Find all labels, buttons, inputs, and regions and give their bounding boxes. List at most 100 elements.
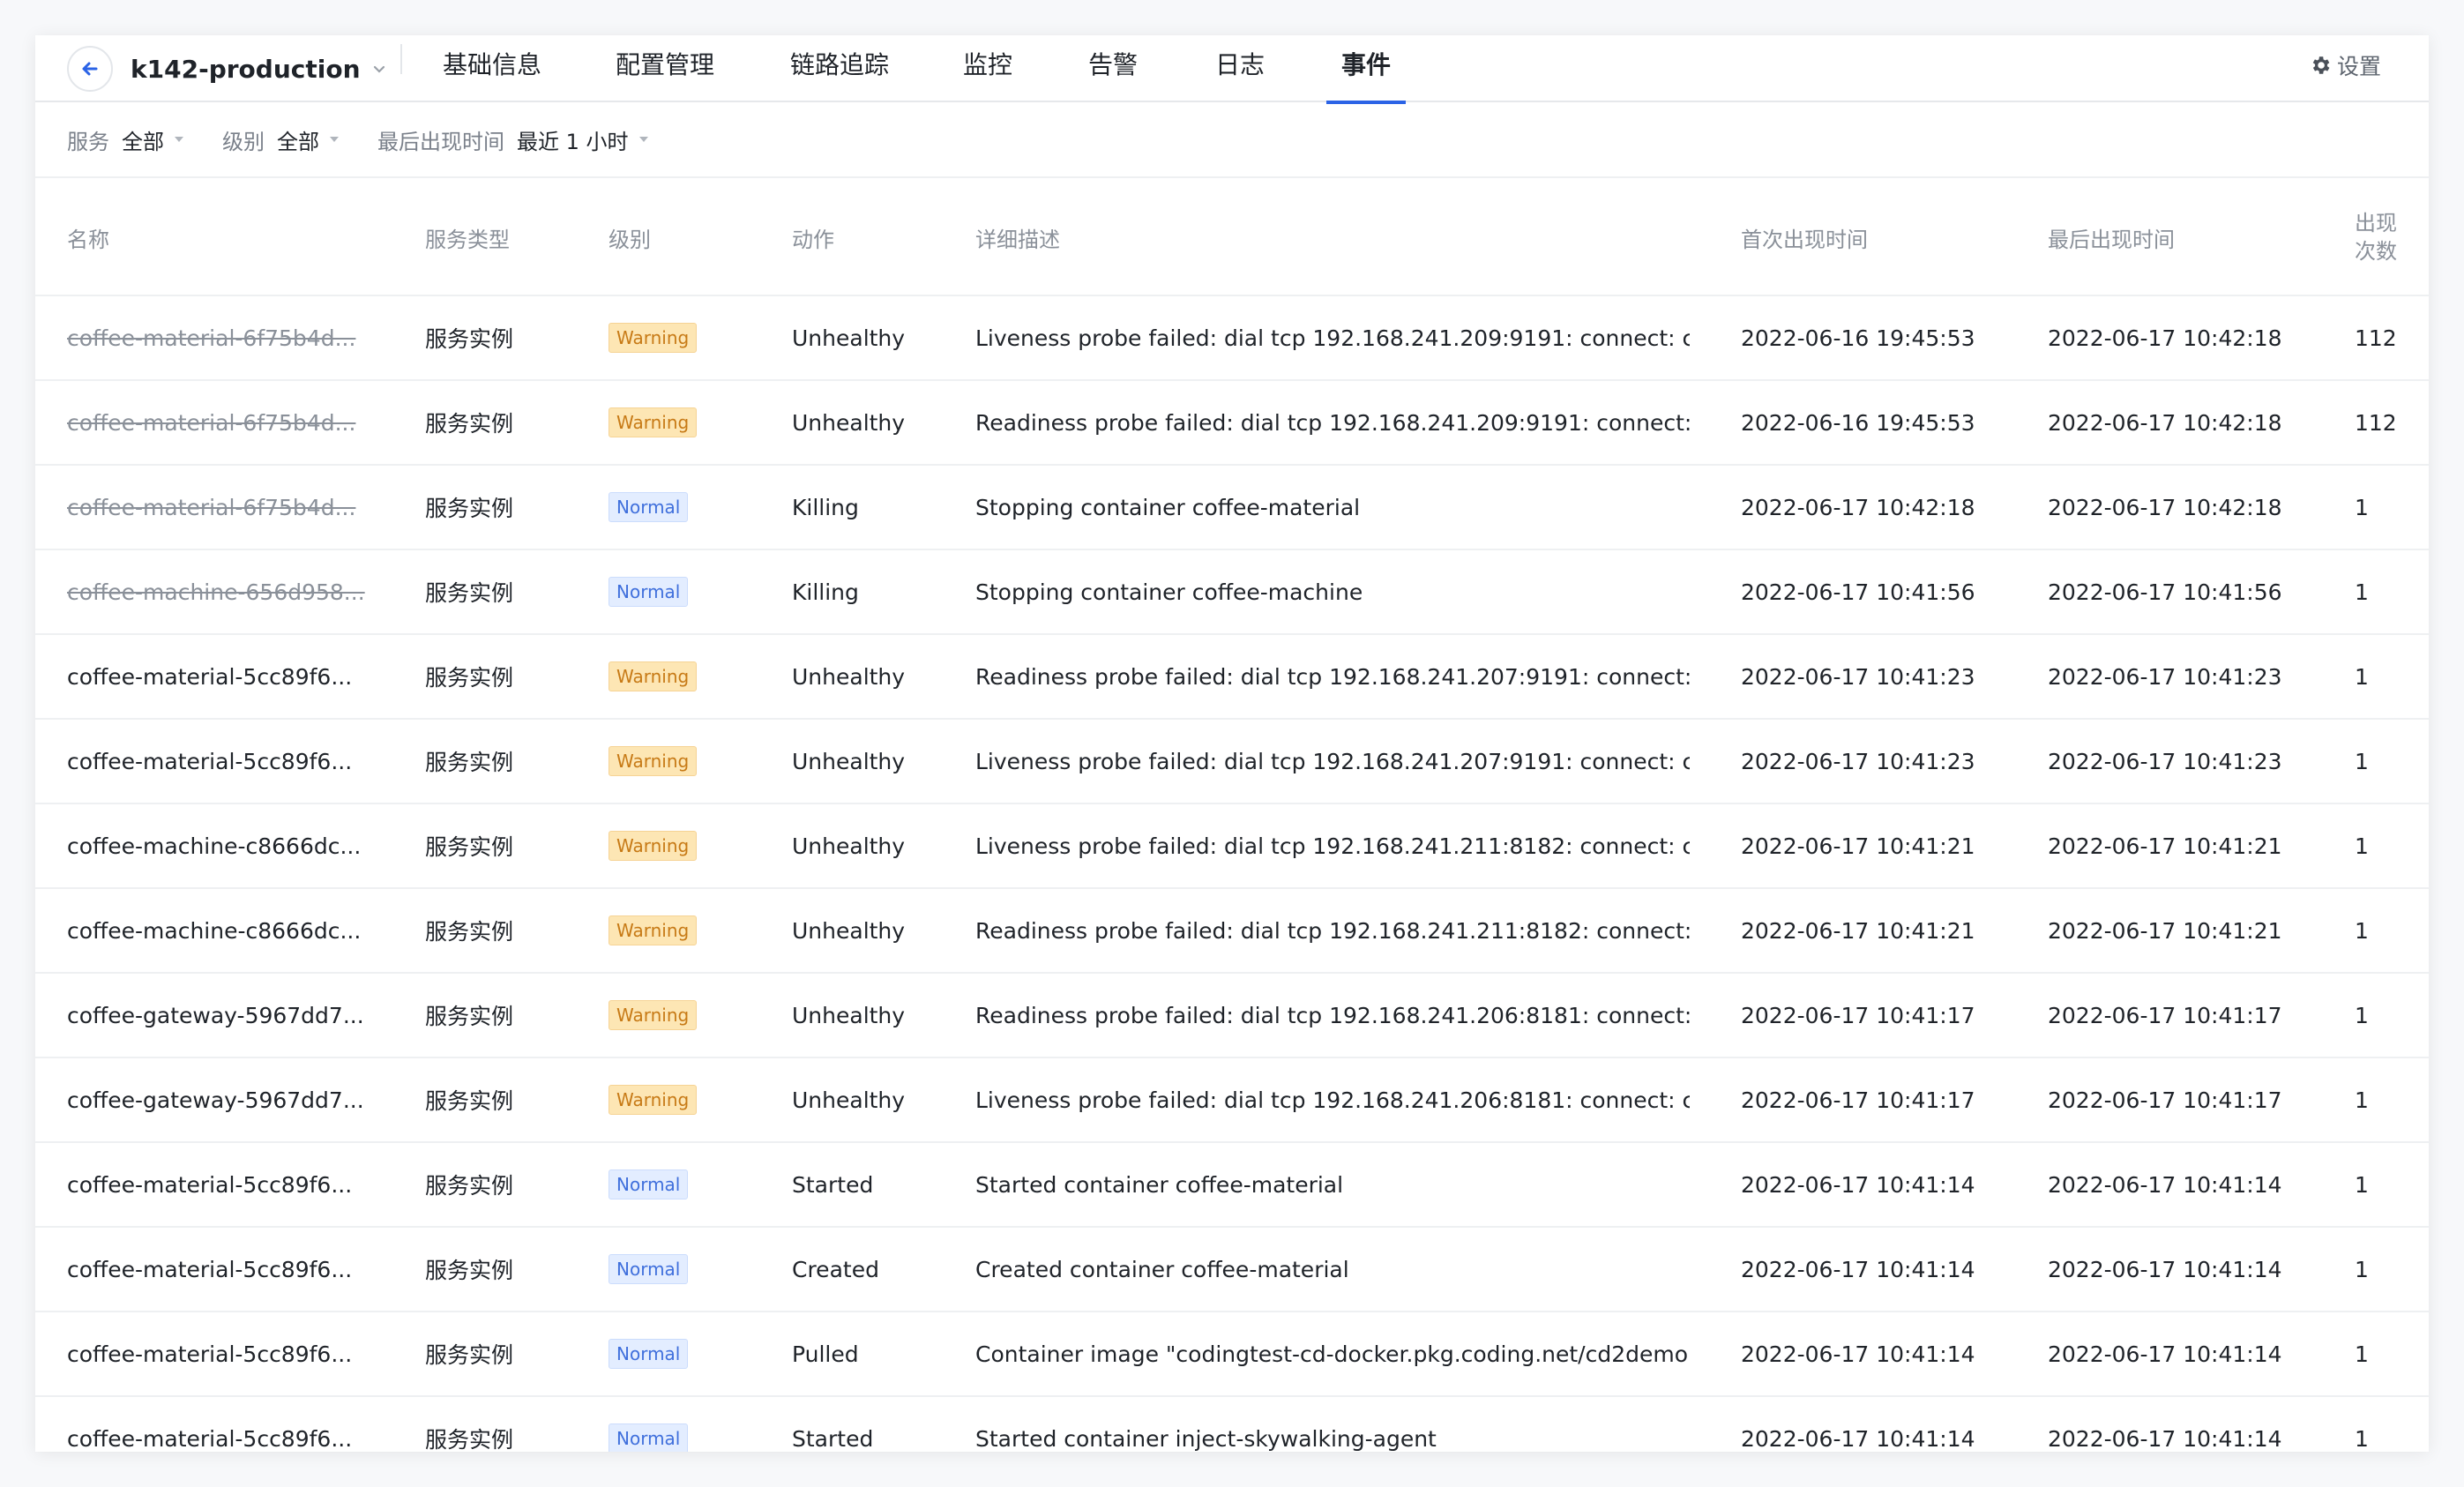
cell-action: Unhealthy (792, 409, 906, 436)
table-row[interactable]: coffee-material-5cc89f6... 服务实例 Warning Unh… (35, 720, 2429, 804)
cell-type: 服务实例 (425, 1004, 514, 1029)
level-badge: Normal (609, 1254, 689, 1284)
tab-events[interactable]: 事件 (1326, 35, 1406, 104)
cell-name[interactable]: coffee-material-6f75b4d... (67, 296, 402, 379)
level-badge: Normal (609, 1169, 689, 1199)
cell-detail: Readiness probe failed: dial tcp 192.168… (975, 663, 1690, 690)
project-selector[interactable]: k142-production (131, 35, 387, 102)
count-header-line2: 次数 (2355, 239, 2397, 264)
last-seen-filter[interactable]: 最后出现时间 最近 1 小时 (377, 124, 650, 155)
cell-first-seen: 2022-06-17 10:41:17 (1741, 1087, 1975, 1113)
column-header-type[interactable]: 服务类型 (425, 178, 584, 296)
column-header-detail[interactable]: 详细描述 (975, 178, 1690, 296)
cell-action: Killing (792, 579, 859, 605)
caret-down-icon (173, 135, 185, 144)
settings-button[interactable]: 设置 (2309, 35, 2381, 95)
cell-first-seen: 2022-06-16 19:45:53 (1741, 325, 1975, 351)
cell-first-seen: 2022-06-17 10:41:23 (1741, 663, 1975, 690)
column-header-last-seen[interactable]: 最后出现时间 (2048, 178, 2339, 296)
cell-name[interactable]: coffee-machine-c8666dc... (67, 804, 402, 887)
cell-last-seen: 2022-06-17 10:41:14 (2048, 1341, 2282, 1367)
cell-name[interactable]: coffee-machine-c8666dc... (67, 889, 402, 972)
cell-first-seen: 2022-06-17 10:41:14 (1741, 1425, 1975, 1452)
table-row[interactable]: coffee-machine-c8666dc... 服务实例 Warning Unhe… (35, 889, 2429, 974)
cell-name[interactable]: coffee-machine-656d958... (67, 550, 402, 633)
cell-name[interactable]: coffee-material-6f75b4d... (67, 466, 402, 549)
column-header-action[interactable]: 动作 (792, 178, 951, 296)
cell-type: 服务实例 (425, 326, 514, 352)
cell-type: 服务实例 (425, 496, 514, 521)
tab-logs[interactable]: 日志 (1213, 35, 1266, 102)
table-row[interactable]: coffee-material-6f75b4d... 服务实例 Warning Unh… (35, 381, 2429, 466)
cell-last-seen: 2022-06-17 10:41:21 (2048, 833, 2282, 859)
table-row[interactable]: coffee-material-5cc89f6... 服务实例 Warning Unh… (35, 635, 2429, 720)
event-name: coffee-material-5cc89f6... (67, 663, 353, 690)
table-row[interactable]: coffee-material-5cc89f6... 服务实例 Normal Crea… (35, 1228, 2429, 1312)
table-row[interactable]: coffee-material-5cc89f6... 服务实例 Normal Pull… (35, 1312, 2429, 1397)
cell-level: Warning (609, 889, 767, 972)
cell-action: Created (792, 1256, 879, 1282)
cell-level: Normal (609, 1228, 767, 1311)
cell-first-seen: 2022-06-17 10:41:17 (1741, 1002, 1975, 1028)
cell-level: Warning (609, 1058, 767, 1141)
column-header-count[interactable]: 出现 次数 (2355, 178, 2408, 296)
cell-name[interactable]: coffee-material-5cc89f6... (67, 1397, 402, 1452)
cell-name[interactable]: coffee-material-5cc89f6... (67, 1312, 402, 1395)
column-header-first-seen[interactable]: 首次出现时间 (1741, 178, 2032, 296)
cell-type: 服务实例 (425, 834, 514, 860)
cell-detail: Liveness probe failed: dial tcp 192.168.… (975, 325, 1690, 351)
cell-name[interactable]: coffee-material-5cc89f6... (67, 635, 402, 718)
table-row[interactable]: coffee-gateway-5967dd7... 服务实例 Warning Unhe… (35, 1058, 2429, 1143)
table-row[interactable]: coffee-machine-656d958... 服务实例 Normal Killi… (35, 550, 2429, 635)
cell-type: 服务实例 (425, 665, 514, 691)
cell-count: 1 (2355, 833, 2369, 859)
caret-down-icon (328, 135, 340, 144)
service-filter[interactable]: 服务 全部 (67, 124, 185, 155)
table-row[interactable]: coffee-material-6f75b4d... 服务实例 Normal Kill… (35, 466, 2429, 550)
level-badge: Normal (609, 1423, 689, 1452)
cell-name[interactable]: coffee-material-5cc89f6... (67, 1143, 402, 1226)
cell-last-seen: 2022-06-17 10:42:18 (2048, 494, 2282, 520)
table-row[interactable]: coffee-material-5cc89f6... 服务实例 Normal Star… (35, 1397, 2429, 1452)
cell-action: Started (792, 1171, 874, 1198)
event-name: coffee-material-5cc89f6... (67, 1425, 353, 1452)
cell-last-seen: 2022-06-17 10:41:21 (2048, 917, 2282, 944)
cell-name[interactable]: coffee-material-5cc89f6... (67, 720, 402, 803)
cell-type: 服务实例 (425, 1088, 514, 1114)
cell-count: 1 (2355, 1425, 2369, 1452)
tab-alerts[interactable]: 告警 (1086, 35, 1139, 102)
cell-count: 1 (2355, 1002, 2369, 1028)
cell-name[interactable]: coffee-gateway-5967dd7... (67, 1058, 402, 1141)
cell-name[interactable]: coffee-material-6f75b4d... (67, 381, 402, 464)
cell-detail: Stopping container coffee-machine (975, 579, 1363, 605)
cell-type: 服务实例 (425, 1258, 514, 1283)
cell-first-seen: 2022-06-17 10:42:18 (1741, 494, 1975, 520)
cell-type: 服务实例 (425, 580, 514, 606)
tab-config-management[interactable]: 配置管理 (612, 35, 718, 102)
filter-value: 全部 (277, 129, 319, 154)
column-header-name[interactable]: 名称 (67, 178, 402, 296)
cell-type: 服务实例 (425, 1173, 514, 1199)
level-filter[interactable]: 级别 全部 (222, 124, 340, 155)
cell-first-seen: 2022-06-17 10:41:23 (1741, 748, 1975, 774)
tab-basic-info[interactable]: 基础信息 (439, 35, 545, 102)
table-row[interactable]: coffee-gateway-5967dd7... 服务实例 Warning Unhe… (35, 974, 2429, 1058)
event-name: coffee-material-5cc89f6... (67, 748, 353, 774)
filter-value: 最近 1 小时 (517, 129, 629, 154)
table-row[interactable]: coffee-material-5cc89f6... 服务实例 Normal Star… (35, 1143, 2429, 1228)
event-name: coffee-machine-656d958... (67, 579, 365, 605)
tab-monitoring[interactable]: 监控 (961, 35, 1014, 102)
table-row[interactable]: coffee-machine-c8666dc... 服务实例 Warning Unhe… (35, 804, 2429, 889)
filter-label: 最后出现时间 (377, 129, 504, 154)
cell-name[interactable]: coffee-material-5cc89f6... (67, 1228, 402, 1311)
cell-first-seen: 2022-06-17 10:41:56 (1741, 579, 1975, 605)
cell-action: Unhealthy (792, 1087, 906, 1113)
tab-tracing[interactable]: 链路追踪 (787, 35, 892, 102)
column-header-level[interactable]: 级别 (609, 178, 767, 296)
settings-label: 设置 (2336, 54, 2381, 79)
back-button[interactable] (67, 46, 113, 92)
table-row[interactable]: coffee-material-6f75b4d... 服务实例 Warning Unh… (35, 296, 2429, 381)
filter-bar: 服务 全部 级别 全部 最后出现时间 最近 1 小时 (67, 102, 687, 176)
cell-name[interactable]: coffee-gateway-5967dd7... (67, 974, 402, 1057)
cell-detail: Liveness probe failed: dial tcp 192.168.… (975, 748, 1690, 774)
